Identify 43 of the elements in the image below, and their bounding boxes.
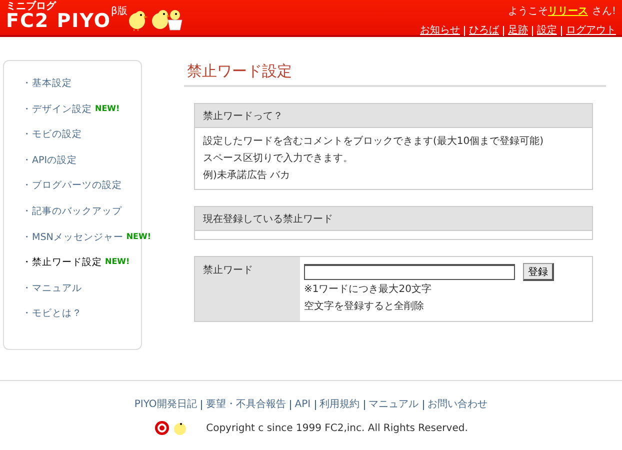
user-link[interactable]: リリース bbox=[548, 6, 588, 17]
beta-label: β版 bbox=[111, 5, 128, 19]
nav-link[interactable]: 足跡 bbox=[508, 23, 528, 38]
word-input[interactable] bbox=[304, 264, 515, 280]
welcome-text: さん! bbox=[592, 6, 616, 17]
footer-link[interactable]: API bbox=[294, 397, 311, 412]
chicks-drawing bbox=[127, 7, 186, 31]
box-heading: 禁止ワードって？ bbox=[195, 104, 592, 128]
info-text: 例)未承諾広告 バカ bbox=[203, 168, 292, 182]
sidebar-item[interactable]: ・マニュアル bbox=[22, 282, 82, 308]
nav-link[interactable]: ログアウト bbox=[566, 23, 616, 38]
info-text: 設定したワードを含むコメントをブロックできます(最大10個まで登録可能) bbox=[203, 134, 545, 148]
copyright-text: Copyright c since 1999 FC2,inc. All Rights Reserved. bbox=[206, 422, 468, 436]
footer-link[interactable]: 要望・不具合報告 bbox=[206, 397, 286, 412]
sidebar-item[interactable]: ・ブログパーツの設定 bbox=[22, 179, 122, 205]
sidebar-item[interactable]: ・基本設定 bbox=[22, 77, 72, 103]
sidebar-item[interactable]: ・モビとは？ bbox=[22, 307, 82, 333]
sidebar-item[interactable]: ・モビの設定 bbox=[22, 128, 82, 154]
field-label: 禁止ワード bbox=[203, 264, 253, 276]
nav-link[interactable]: ひろば bbox=[469, 23, 499, 38]
new-label: NEW! bbox=[105, 256, 130, 268]
new-label: NEW! bbox=[126, 230, 151, 243]
note-text: ※1ワードにつき最大20文字 bbox=[304, 282, 432, 296]
logo[interactable]: FC2 PIYO bbox=[6, 12, 111, 31]
footer-link[interactable]: マニュアル bbox=[368, 397, 419, 412]
register-button[interactable]: 登録 bbox=[523, 262, 554, 280]
footer-link[interactable]: PIYO開発日記 bbox=[134, 397, 197, 412]
logo-subtitle: ミニブログ bbox=[6, 2, 58, 12]
sidebar-item[interactable]: ・記事のバックアップ bbox=[22, 204, 122, 231]
footer-link[interactable]: お問い合わせ bbox=[428, 397, 488, 412]
welcome-text: ようこそ bbox=[508, 6, 548, 17]
new-label: NEW! bbox=[95, 102, 120, 115]
sidebar-item[interactable]: ・禁止ワード設定 bbox=[22, 256, 102, 282]
info-text: スペース区切りで入力できます。 bbox=[203, 152, 354, 166]
nav-link[interactable]: お知らせ bbox=[420, 23, 460, 38]
footer-link[interactable]: 利用規約 bbox=[320, 397, 360, 412]
sidebar-item[interactable]: ・APIの設定 bbox=[22, 154, 78, 180]
page-title: 禁止ワード設定 bbox=[184, 60, 606, 86]
note-text: 空文字を登録すると全削除 bbox=[304, 300, 425, 314]
box-heading: 現在登録している禁止ワード bbox=[195, 206, 592, 230]
sidebar-item[interactable]: ・デザイン設定 bbox=[22, 102, 92, 128]
sidebar-item[interactable]: ・MSNメッセンジャー bbox=[22, 230, 124, 256]
nav-link[interactable]: 設定 bbox=[537, 23, 557, 38]
